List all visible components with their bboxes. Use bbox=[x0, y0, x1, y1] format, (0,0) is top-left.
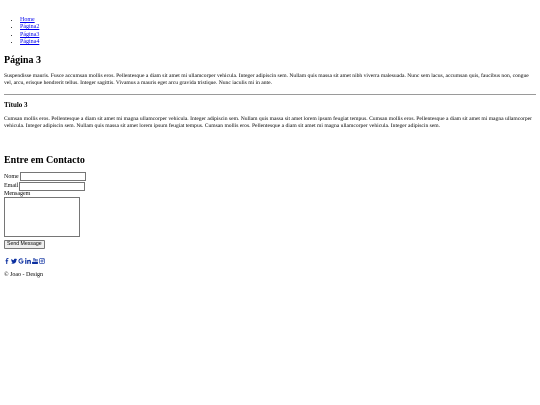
name-row: Nome bbox=[4, 172, 536, 182]
page: Home Página2 Página3 Página4 Página 3 Su… bbox=[0, 0, 540, 278]
message-label: Mensagem bbox=[4, 191, 31, 197]
intro-paragraph: Suspendisse mauris. Fusce accumsan molli… bbox=[4, 72, 529, 87]
footer-text: © Joao - Design bbox=[4, 272, 44, 278]
name-input[interactable] bbox=[19, 172, 86, 182]
nav-item-pagina2: Página2 bbox=[20, 24, 536, 31]
nav-item-pagina4: Página4 bbox=[20, 39, 536, 46]
nav-link-pagina3[interactable]: Página3 bbox=[20, 32, 39, 38]
nav-link-pagina2[interactable]: Página2 bbox=[20, 24, 39, 30]
page-title: Página 3 bbox=[4, 54, 41, 66]
youtube-icon[interactable] bbox=[32, 258, 38, 265]
email-input[interactable] bbox=[19, 181, 86, 191]
nav-item-pagina3: Página3 bbox=[20, 32, 536, 39]
nav-item-home: Home bbox=[20, 17, 536, 24]
social-links bbox=[4, 257, 536, 265]
email-row: Email bbox=[4, 181, 536, 192]
google-icon[interactable] bbox=[18, 258, 24, 265]
nav-link-pagina4[interactable]: Página4 bbox=[20, 39, 39, 45]
contact-title: Entre em Contacto bbox=[4, 155, 85, 166]
twitter-icon[interactable] bbox=[11, 258, 17, 265]
send-message-button[interactable]: Send Message bbox=[4, 240, 45, 249]
linkedin-icon[interactable] bbox=[25, 258, 31, 265]
message-textarea[interactable] bbox=[4, 197, 80, 237]
email-label: Email bbox=[4, 183, 19, 190]
facebook-icon[interactable] bbox=[4, 258, 10, 265]
contact-form: Nome Email Mensagem Send Message bbox=[4, 172, 536, 249]
section-title: Título 3 bbox=[4, 100, 28, 109]
divider bbox=[4, 93, 536, 95]
instagram-icon[interactable] bbox=[39, 258, 45, 265]
main-nav: Home Página2 Página3 Página4 bbox=[4, 0, 536, 47]
name-label: Nome bbox=[4, 173, 19, 180]
nav-link-home[interactable]: Home bbox=[20, 17, 35, 23]
section-paragraph: Cumsan mollis eros. Pellentesque a diam … bbox=[4, 115, 533, 130]
